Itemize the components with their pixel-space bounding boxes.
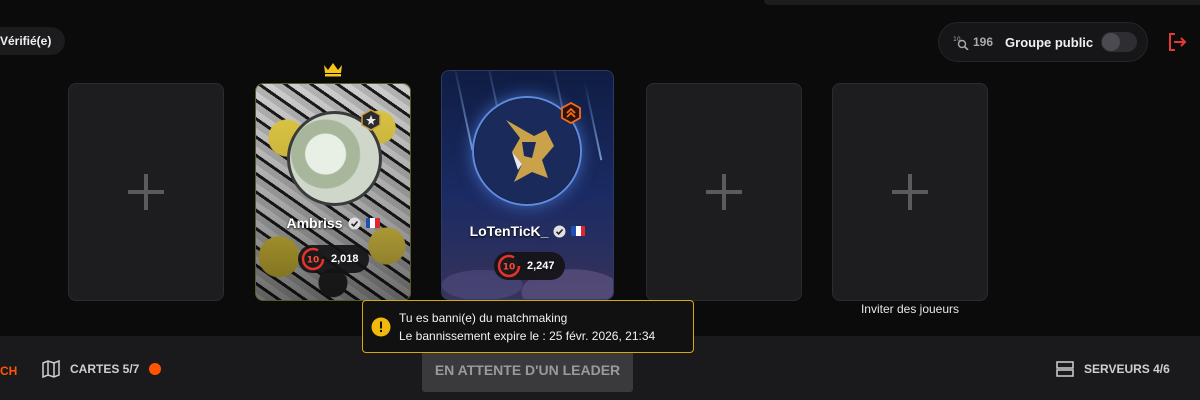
france-flag-icon	[365, 218, 380, 228]
france-flag-icon	[571, 226, 586, 236]
svg-text:10: 10	[307, 256, 320, 266]
elo-value: 2,247	[527, 260, 555, 272]
player-name-row: LoTenTicK_	[442, 223, 613, 239]
level-10-icon: 10	[497, 254, 521, 278]
chevron-rank-badge-icon	[561, 102, 581, 124]
public-group-toggle[interactable]	[1101, 32, 1138, 52]
player-name[interactable]: Ambriss	[286, 215, 342, 231]
exit-icon[interactable]	[1166, 31, 1188, 53]
match-tab-fragment[interactable]: CH	[0, 364, 17, 378]
maps-label: CARTES 5/7	[70, 362, 140, 376]
level-10-icon: 10	[301, 247, 325, 271]
maps-alert-dot	[149, 363, 162, 375]
server-icon	[1056, 361, 1074, 377]
verified-filter-pill[interactable]: Vérifié(e)	[0, 27, 66, 55]
map-icon	[42, 360, 60, 378]
svg-text:10: 10	[503, 263, 516, 273]
waiting-leader-label: EN ATTENTE D'UN LEADER	[434, 361, 621, 378]
ban-message: Tu es banni(e) du matchmaking	[399, 310, 568, 325]
verified-check-icon	[553, 225, 566, 237]
ban-expiry: Le bannissement expire le : 25 févr. 202…	[399, 328, 656, 343]
crown-icon	[324, 63, 342, 77]
empty-slot-4[interactable]	[646, 83, 802, 301]
public-group-label: Groupe public	[1005, 34, 1094, 50]
player-name[interactable]: LoTenTicK_	[470, 223, 549, 239]
elo-pill: 10 2,018	[298, 245, 369, 273]
group-count: 196	[973, 35, 994, 49]
warning-icon	[371, 317, 391, 336]
group-settings-pill: 10 196 Groupe public	[938, 22, 1148, 62]
toggle-knob	[1102, 33, 1121, 51]
waiting-leader-button[interactable]: EN ATTENTE D'UN LEADER	[422, 347, 633, 392]
player-card-ambriss[interactable]: Ambriss 10 2,018	[255, 83, 411, 301]
maps-button[interactable]: CARTES 5/7	[42, 360, 162, 378]
servers-button[interactable]: SERVEURS 4/6	[1056, 360, 1170, 378]
player-name-row: Ambriss	[256, 215, 410, 231]
light-streak	[583, 81, 603, 161]
elo-value: 2,018	[331, 253, 359, 265]
top-bar-edge	[764, 0, 1200, 5]
elo-pill: 10 2,247	[494, 252, 565, 280]
notification-text: Tu es banni(e) du matchmaking Le banniss…	[399, 311, 655, 343]
plus-icon	[128, 174, 164, 210]
empty-slot-1[interactable]	[68, 83, 224, 301]
light-streak	[452, 71, 474, 151]
star-rank-badge-icon	[361, 109, 381, 131]
verified-label: Vérifié(e)	[0, 34, 52, 48]
plus-icon	[892, 174, 928, 210]
player-card-lotentick[interactable]: LoTenTicK_ 10 2,247	[441, 70, 614, 300]
plus-icon	[706, 174, 742, 210]
elo-search-icon: 10	[953, 36, 969, 50]
verified-check-icon	[348, 217, 361, 229]
invite-players-label[interactable]: Inviter des joueurs	[832, 302, 988, 316]
servers-label: SERVEURS 4/6	[1084, 362, 1170, 376]
ban-notification-tooltip: Tu es banni(e) du matchmaking Le banniss…	[362, 300, 694, 353]
invite-slot[interactable]	[832, 83, 988, 301]
wolf-logo-icon	[506, 120, 554, 182]
